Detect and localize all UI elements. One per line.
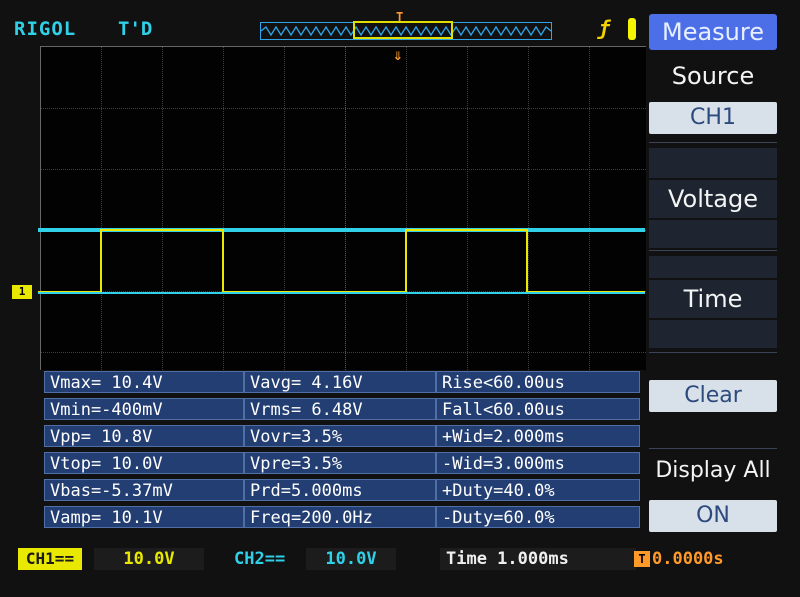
- measure-menu: Measure Source CH1 Voltage Time Clear Di…: [645, 10, 785, 538]
- meas-cell: Prd=5.000ms: [244, 479, 436, 501]
- table-row: Vbas=-5.37mV Prd=5.000ms +Duty=40.0%: [44, 479, 640, 501]
- meas-cell: Vpp= 10.8V: [44, 425, 244, 447]
- meas-cell: Vamp= 10.1V: [44, 506, 244, 528]
- ch2-scale: 10.0V: [306, 548, 396, 570]
- clear-button[interactable]: Clear: [649, 380, 777, 412]
- memory-depth-indicator[interactable]: [260, 21, 552, 40]
- meas-cell: Fall<60.00us: [436, 398, 640, 420]
- table-row: Vpp= 10.8V Vovr=3.5% +Wid=2.000ms: [44, 425, 640, 447]
- meas-cell: +Duty=40.0%: [436, 479, 640, 501]
- trigger-offset-readout: T 0.0000s: [634, 548, 724, 570]
- grid-line: [41, 352, 646, 353]
- menu-title: Measure: [649, 14, 777, 50]
- meas-cell: Vmin=-400mV: [44, 398, 244, 420]
- meas-cell: Vtop= 10.0V: [44, 452, 244, 474]
- meas-cell: Rise<60.00us: [436, 371, 640, 393]
- meas-cell: Vavg= 4.16V: [244, 371, 436, 393]
- voltage-button[interactable]: Voltage: [649, 180, 777, 218]
- source-button[interactable]: CH1: [649, 102, 777, 134]
- table-row: Vtop= 10.0V Vpre=3.5% -Wid=3.000ms: [44, 452, 640, 474]
- measurement-table: Vmax= 10.4V Vavg= 4.16V Rise<60.00us Vmi…: [44, 371, 640, 531]
- meas-cell: Vpre=3.5%: [244, 452, 436, 474]
- rising-edge-icon: ƒ: [598, 16, 611, 40]
- source-label: Source: [671, 62, 755, 90]
- ch1-ground-marker[interactable]: 1: [12, 285, 32, 299]
- trigger-offset-value: 0.0000s: [652, 549, 724, 569]
- waveform-traces: [38, 228, 645, 294]
- display-all-toggle[interactable]: ON: [649, 500, 777, 532]
- meas-cell: -Wid=3.000ms: [436, 452, 640, 474]
- table-row: Vamp= 10.1V Freq=200.0Hz -Duty=60.0%: [44, 506, 640, 528]
- menu-divider: [649, 352, 777, 353]
- grid-line: [41, 108, 646, 109]
- menu-spacer: [649, 256, 777, 278]
- bottom-status-bar: CH1== 10.0V CH2== 10.0V Time 1.000ms T 0.…: [0, 540, 800, 580]
- trigger-level-indicator: [628, 18, 636, 40]
- trigger-offset-icon: T: [634, 551, 650, 567]
- top-status-bar: RIGOL T'D T ƒ: [0, 0, 645, 46]
- trigger-position-top-marker: T: [396, 10, 404, 24]
- ch2-label[interactable]: CH2==: [234, 548, 285, 570]
- ch1-trace: [38, 229, 645, 293]
- meas-cell: Vmax= 10.4V: [44, 371, 244, 393]
- brand-label: RIGOL: [14, 18, 77, 40]
- meas-cell: +Wid=2.000ms: [436, 425, 640, 447]
- menu-divider: [649, 142, 777, 143]
- display-all-label: Display All: [655, 458, 771, 483]
- menu-spacer: [649, 220, 777, 248]
- menu-spacer: [649, 148, 777, 178]
- meas-cell: Vrms= 6.48V: [244, 398, 436, 420]
- table-row: Vmax= 10.4V Vavg= 4.16V Rise<60.00us: [44, 371, 640, 393]
- trigger-position-arrow-icon[interactable]: ⇓: [393, 47, 403, 63]
- meas-cell: Vbas=-5.37mV: [44, 479, 244, 501]
- menu-spacer: [649, 320, 777, 348]
- meas-cell: Vovr=3.5%: [244, 425, 436, 447]
- time-button[interactable]: Time: [649, 280, 777, 318]
- table-row: Vmin=-400mV Vrms= 6.48V Fall<60.00us: [44, 398, 640, 420]
- meas-cell: Freq=200.0Hz: [244, 506, 436, 528]
- trigger-status: T'D: [118, 18, 153, 40]
- timebase-readout: Time 1.000ms: [440, 548, 636, 570]
- ch1-label[interactable]: CH1==: [18, 548, 82, 570]
- menu-divider: [649, 250, 777, 251]
- menu-divider: [649, 448, 777, 449]
- ch1-scale: 10.0V: [94, 548, 204, 570]
- meas-cell: -Duty=60.0%: [436, 506, 640, 528]
- grid-line: [41, 169, 646, 170]
